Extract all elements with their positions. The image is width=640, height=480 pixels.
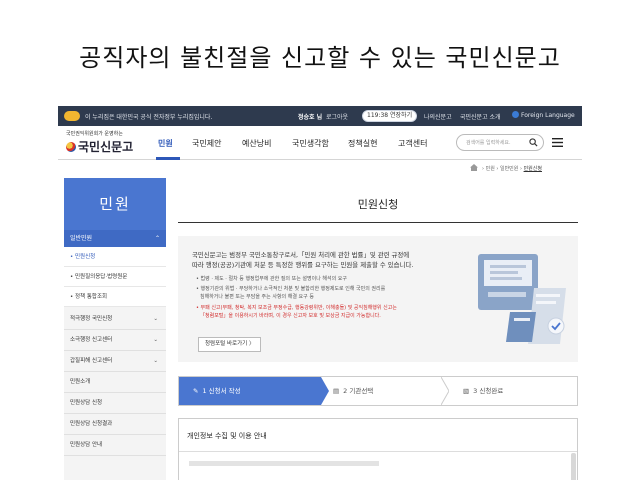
step-arrow — [441, 377, 449, 405]
privacy-text-preview — [189, 461, 379, 466]
breadcrumb-current[interactable]: 민원신청 — [524, 166, 542, 172]
gov-notice: 이 누리집은 대한민국 공식 전자정부 누리집입니다. — [85, 114, 213, 121]
language-label: Foreign Language — [521, 112, 575, 119]
nav-item-budget[interactable]: 예산낭비 — [242, 138, 271, 149]
step-write-form[interactable]: ✎ 1 신청서 작성 — [179, 377, 321, 405]
slide-title: 공직자의 불친절을 신고할 수 있는 국민신문고 — [79, 44, 561, 72]
step-arrow — [321, 377, 329, 405]
sidebar-title: 민원 — [64, 178, 166, 230]
application-steps: ✎ 1 신청서 작성 ▤ 2 기관선택 ▧ 3 신청완료 — [178, 376, 578, 406]
sidebar-item-gapjil-report[interactable]: 갑질피해 신고센터 ⌄ — [64, 351, 166, 372]
main-content: 민원신청 국민신문고는 범정부 국민소통창구로서,「민원 처리에 관한 법률」및… — [178, 178, 578, 480]
intro-text: 국민신문고는 범정부 국민소통창구로서,「민원 처리에 관한 법률」및 관련 규… — [192, 250, 492, 270]
privacy-section: 개인정보 수집 및 이용 안내 — [178, 418, 578, 480]
gov-emblem-icon — [64, 111, 80, 121]
menu-icon[interactable] — [552, 138, 563, 147]
sidebar-sub-policy-search[interactable]: • 정책 통합조회 — [64, 287, 166, 307]
sidebar-group-general[interactable]: 일반민원 ⌃ — [64, 230, 166, 247]
sidebar-sub-apply[interactable]: • 민원신청 — [64, 247, 166, 267]
intro-bullet: • 법령 · 제도 · 절차 등 행정업무에 관한 질의 또는 설명이나 해석의… — [196, 276, 347, 282]
nav-item-policy[interactable]: 정책실현 — [348, 138, 377, 149]
logout-link[interactable]: 로그아웃 — [326, 112, 348, 121]
chevron-down-icon: ⌄ — [153, 316, 158, 322]
sidebar-item-active-admin[interactable]: 적극행정 국민신청 ⌄ — [64, 309, 166, 330]
nav-item-opinion[interactable]: 국민생각함 — [292, 138, 329, 149]
document-check-icon: ▧ — [463, 387, 470, 395]
intro-line: 따라 행정(공공)기관에 처분 등 특정한 행위를 요구하는 민원을 제출할 수… — [192, 261, 414, 269]
privacy-scrollbar[interactable] — [571, 453, 576, 480]
my-sinmungo-link[interactable]: 나의신문고 — [424, 112, 452, 121]
breadcrumb-item[interactable]: 일반민원 — [500, 166, 518, 172]
building-icon: ▤ — [333, 387, 340, 395]
search-icon[interactable] — [529, 138, 538, 147]
logo-text: 국민신문고 — [78, 140, 134, 154]
intro-bullet: 침해하거나 불편 또는 부담을 주는 사항의 해결 요구 등 — [200, 294, 314, 300]
site-header: 국민권익위원회가 운영하는 국민신문고 민원 국민제안 예산낭비 국민생각함 정… — [58, 126, 582, 160]
step-label: 1 신청서 작성 — [202, 387, 241, 395]
globe-icon — [512, 111, 519, 118]
website-screenshot: 이 누리집은 대한민국 공식 전자정부 누리집입니다. 정승호 님 로그아웃 1… — [58, 106, 582, 480]
sidebar-item-consult-guide[interactable]: 민원상담 안내 — [64, 435, 166, 456]
sidebar-sub-qna[interactable]: • 민원질의응답·법령원문 — [64, 267, 166, 287]
search-input[interactable]: 검색어를 입력하세요. — [456, 134, 544, 151]
intro-bullet: • 행정기관의 위법 · 부당하거나 소극적인 처분 및 불합리한 행정제도로 … — [196, 286, 386, 292]
petition-illustration — [478, 254, 566, 344]
nav-item-minwon[interactable]: 민원 — [158, 138, 173, 149]
chevron-up-icon: ⌃ — [154, 235, 160, 242]
integrity-portal-button[interactable]: 청렴포털 바로가기 〉 — [198, 337, 262, 352]
sidebar-item-label: 갑질피해 신고센터 — [70, 358, 113, 364]
nav-item-support[interactable]: 고객센터 — [398, 138, 427, 149]
sidebar-item-passive-report[interactable]: 소극행정 신고센터 ⌄ — [64, 330, 166, 351]
step-label: 2 기관선택 — [343, 387, 374, 395]
sidebar-item-consult-apply[interactable]: 민원상담 신청 — [64, 393, 166, 414]
logo-mark-icon — [66, 142, 76, 152]
page-title: 민원신청 — [357, 198, 399, 211]
about-link[interactable]: 국민신문고 소개 — [460, 112, 501, 121]
sidebar-item-consult-result[interactable]: 민원상담 신청결과 — [64, 414, 166, 435]
user-name: 정승호 님 — [298, 114, 323, 121]
title-divider — [178, 222, 578, 223]
step-complete: ▧ 3 신청완료 — [459, 377, 503, 405]
logo-subtitle: 국민권익위원회가 운영하는 — [66, 131, 123, 137]
nav-item-proposal[interactable]: 국민제안 — [192, 138, 221, 149]
section-divider — [179, 451, 577, 452]
pencil-icon: ✎ — [193, 387, 199, 395]
step-select-agency: ▤ 2 기관선택 — [329, 377, 373, 405]
gov-top-bar: 이 누리집은 대한민국 공식 전자정부 누리집입니다. 정승호 님 로그아웃 1… — [58, 106, 582, 126]
search-placeholder: 검색어를 입력하세요. — [466, 140, 511, 146]
breadcrumb-item[interactable]: 민원 — [486, 166, 495, 172]
site-logo[interactable]: 국민신문고 — [66, 138, 133, 155]
intro-line: 국민신문고는 범정부 국민소통창구로서,「민원 처리에 관한 법률」및 관련 규… — [192, 251, 410, 259]
corruption-notice: • 부패 신고(부패, 청탁, 복지 보조금 부정수급, 행동강령위반, 이해충… — [196, 305, 397, 311]
step-label: 3 신청완료 — [473, 387, 504, 395]
sidebar: 민원 일반민원 ⌃ • 민원신청 • 민원질의응답·법령원문 • 정책 통합조회… — [64, 178, 166, 480]
language-link[interactable]: Foreign Language — [512, 111, 575, 119]
breadcrumb: › 민원 › 일반민원 › 민원신청 — [58, 160, 582, 176]
chevron-down-icon: ⌄ — [153, 358, 158, 364]
sidebar-group-label: 일반민원 — [70, 235, 93, 242]
sidebar-item-label: 적극행정 국민신청 — [70, 316, 113, 322]
corruption-notice: 「청렴포털」을 이용하시기 바라며, 이 경우 신고자 보호 및 보상금 지급이… — [200, 313, 381, 319]
sidebar-item-label: 소극행정 신고센터 — [70, 337, 113, 343]
home-icon[interactable] — [470, 164, 478, 171]
session-timer-button[interactable]: 119:38 연장하기 — [362, 110, 418, 122]
chevron-down-icon: ⌄ — [153, 337, 158, 343]
privacy-section-title: 개인정보 수집 및 이용 안내 — [187, 432, 267, 440]
sidebar-item-intro[interactable]: 민원소개 — [64, 372, 166, 393]
